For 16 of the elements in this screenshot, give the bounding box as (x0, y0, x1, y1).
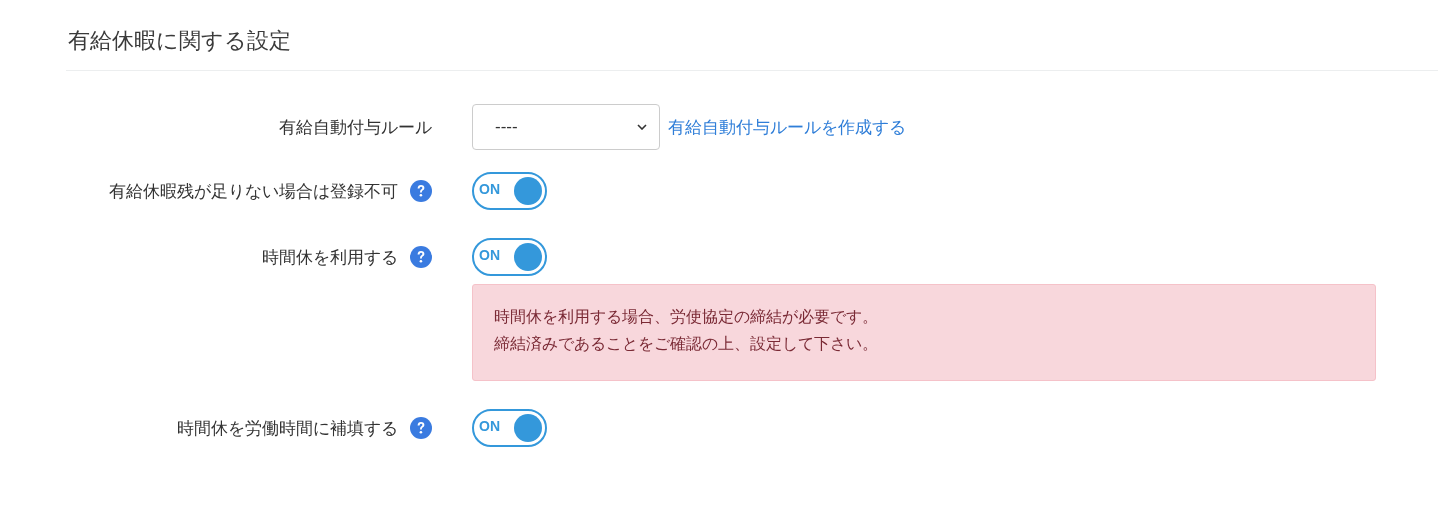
alert-text: 締結済みであることをご確認の上、設定して下さい。 (494, 334, 879, 354)
rule-select[interactable]: ---- (472, 104, 660, 150)
toggle-switch[interactable]: ON (472, 172, 547, 210)
field-label: 有給自動付与ルール (279, 116, 432, 139)
help-icon[interactable] (410, 417, 432, 439)
field-label: 時間休を利用する (262, 246, 398, 269)
alert-text: 時間休を利用する場合、労使協定の締結が必要です。 (494, 307, 879, 327)
help-icon[interactable] (410, 246, 432, 268)
field-label: 時間休を労働時間に補填する (177, 417, 398, 440)
toggle-switch[interactable]: ON (472, 238, 547, 276)
section-title: 有給休暇に関する設定 (67, 27, 292, 55)
caret-icon (637, 124, 647, 130)
create-rule-link[interactable]: 有給自動付与ルールを作成する (668, 115, 906, 139)
toggle-switch[interactable]: ON (472, 409, 547, 447)
field-label: 有給休暇残が足りない場合は登録不可 (109, 180, 398, 203)
help-icon[interactable] (410, 180, 432, 202)
